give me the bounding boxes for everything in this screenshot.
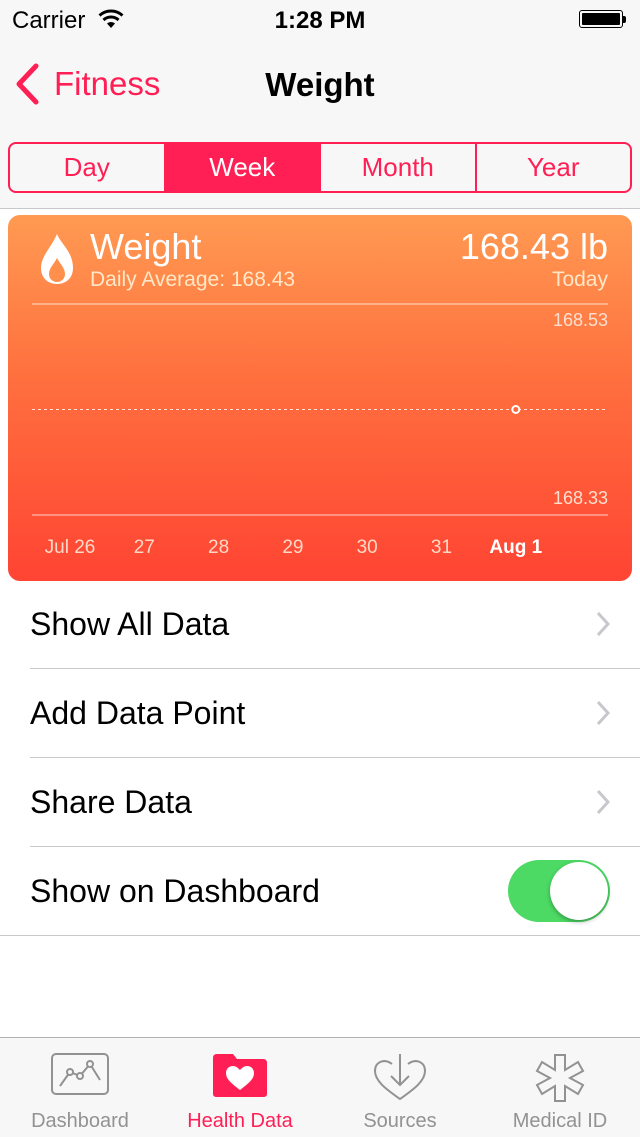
segment-year[interactable]: Year [474,144,631,191]
row-label: Show All Data [30,606,230,642]
row-label: Show on Dashboard [30,873,320,909]
tab-medical-id[interactable]: Medical ID [480,1038,640,1137]
navigation-bar: Fitness Weight [0,40,640,128]
period-segmented-control: Day Week Month Year [8,142,632,193]
y-tick-min: 168.33 [552,488,608,508]
segment-week[interactable]: Week [163,144,319,191]
dashboard-chart-icon [51,1053,109,1095]
period-bar: Day Week Month Year [0,128,640,209]
show-on-dashboard-row: Show on Dashboard [0,847,640,936]
weight-chart-card: Weight Daily Average: 168.43 168.43 lb T… [8,215,632,581]
x-tick-label: 29 [282,537,304,558]
show-on-dashboard-toggle[interactable] [508,860,610,922]
data-point [511,405,521,414]
tab-label: Dashboard [31,1110,129,1132]
status-time: 1:28 PM [274,7,366,34]
tab-label: Medical ID [512,1110,608,1132]
row-label: Add Data Point [30,695,246,731]
segment-month[interactable]: Month [319,144,475,191]
x-tick-label: 30 [356,537,378,558]
weight-chart [32,303,608,516]
x-tick-label: Jul 26 [44,537,96,558]
battery-icon [579,10,627,30]
y-tick-max: 168.53 [552,310,608,330]
tab-sources[interactable]: Sources [320,1038,480,1137]
show-all-data-row[interactable]: Show All Data [30,580,640,669]
chevron-right-icon [596,700,610,726]
tab-label: Sources [363,1110,437,1132]
share-data-row[interactable]: Share Data [30,758,640,847]
health-data-folder-icon [213,1054,267,1097]
x-tick-label: Aug 1 [489,537,543,558]
chevron-right-icon [596,611,610,637]
x-tick-label: 28 [208,537,230,558]
page-title: Weight [265,66,375,103]
x-axis-labels: Jul 26 27 28 29 30 31 Aug 1 [8,537,632,567]
segment-day[interactable]: Day [10,144,164,191]
options-list: Show All Data Add Data Point Share Data … [0,580,640,936]
tab-health-data[interactable]: Health Data [160,1038,320,1137]
tab-label: Health Data [187,1110,293,1132]
medical-id-icon [535,1054,585,1102]
row-label: Share Data [30,784,192,820]
tab-bar: Dashboard Health Data Sources Medical ID [0,1037,640,1137]
sources-heart-icon [373,1054,427,1101]
x-tick-label: 27 [133,537,155,558]
status-bar: Carrier 1:28 PM [0,0,640,40]
add-data-point-row[interactable]: Add Data Point [30,669,640,758]
tab-dashboard[interactable]: Dashboard [0,1038,160,1137]
x-tick-label: 31 [430,537,453,558]
chevron-right-icon [596,789,610,815]
